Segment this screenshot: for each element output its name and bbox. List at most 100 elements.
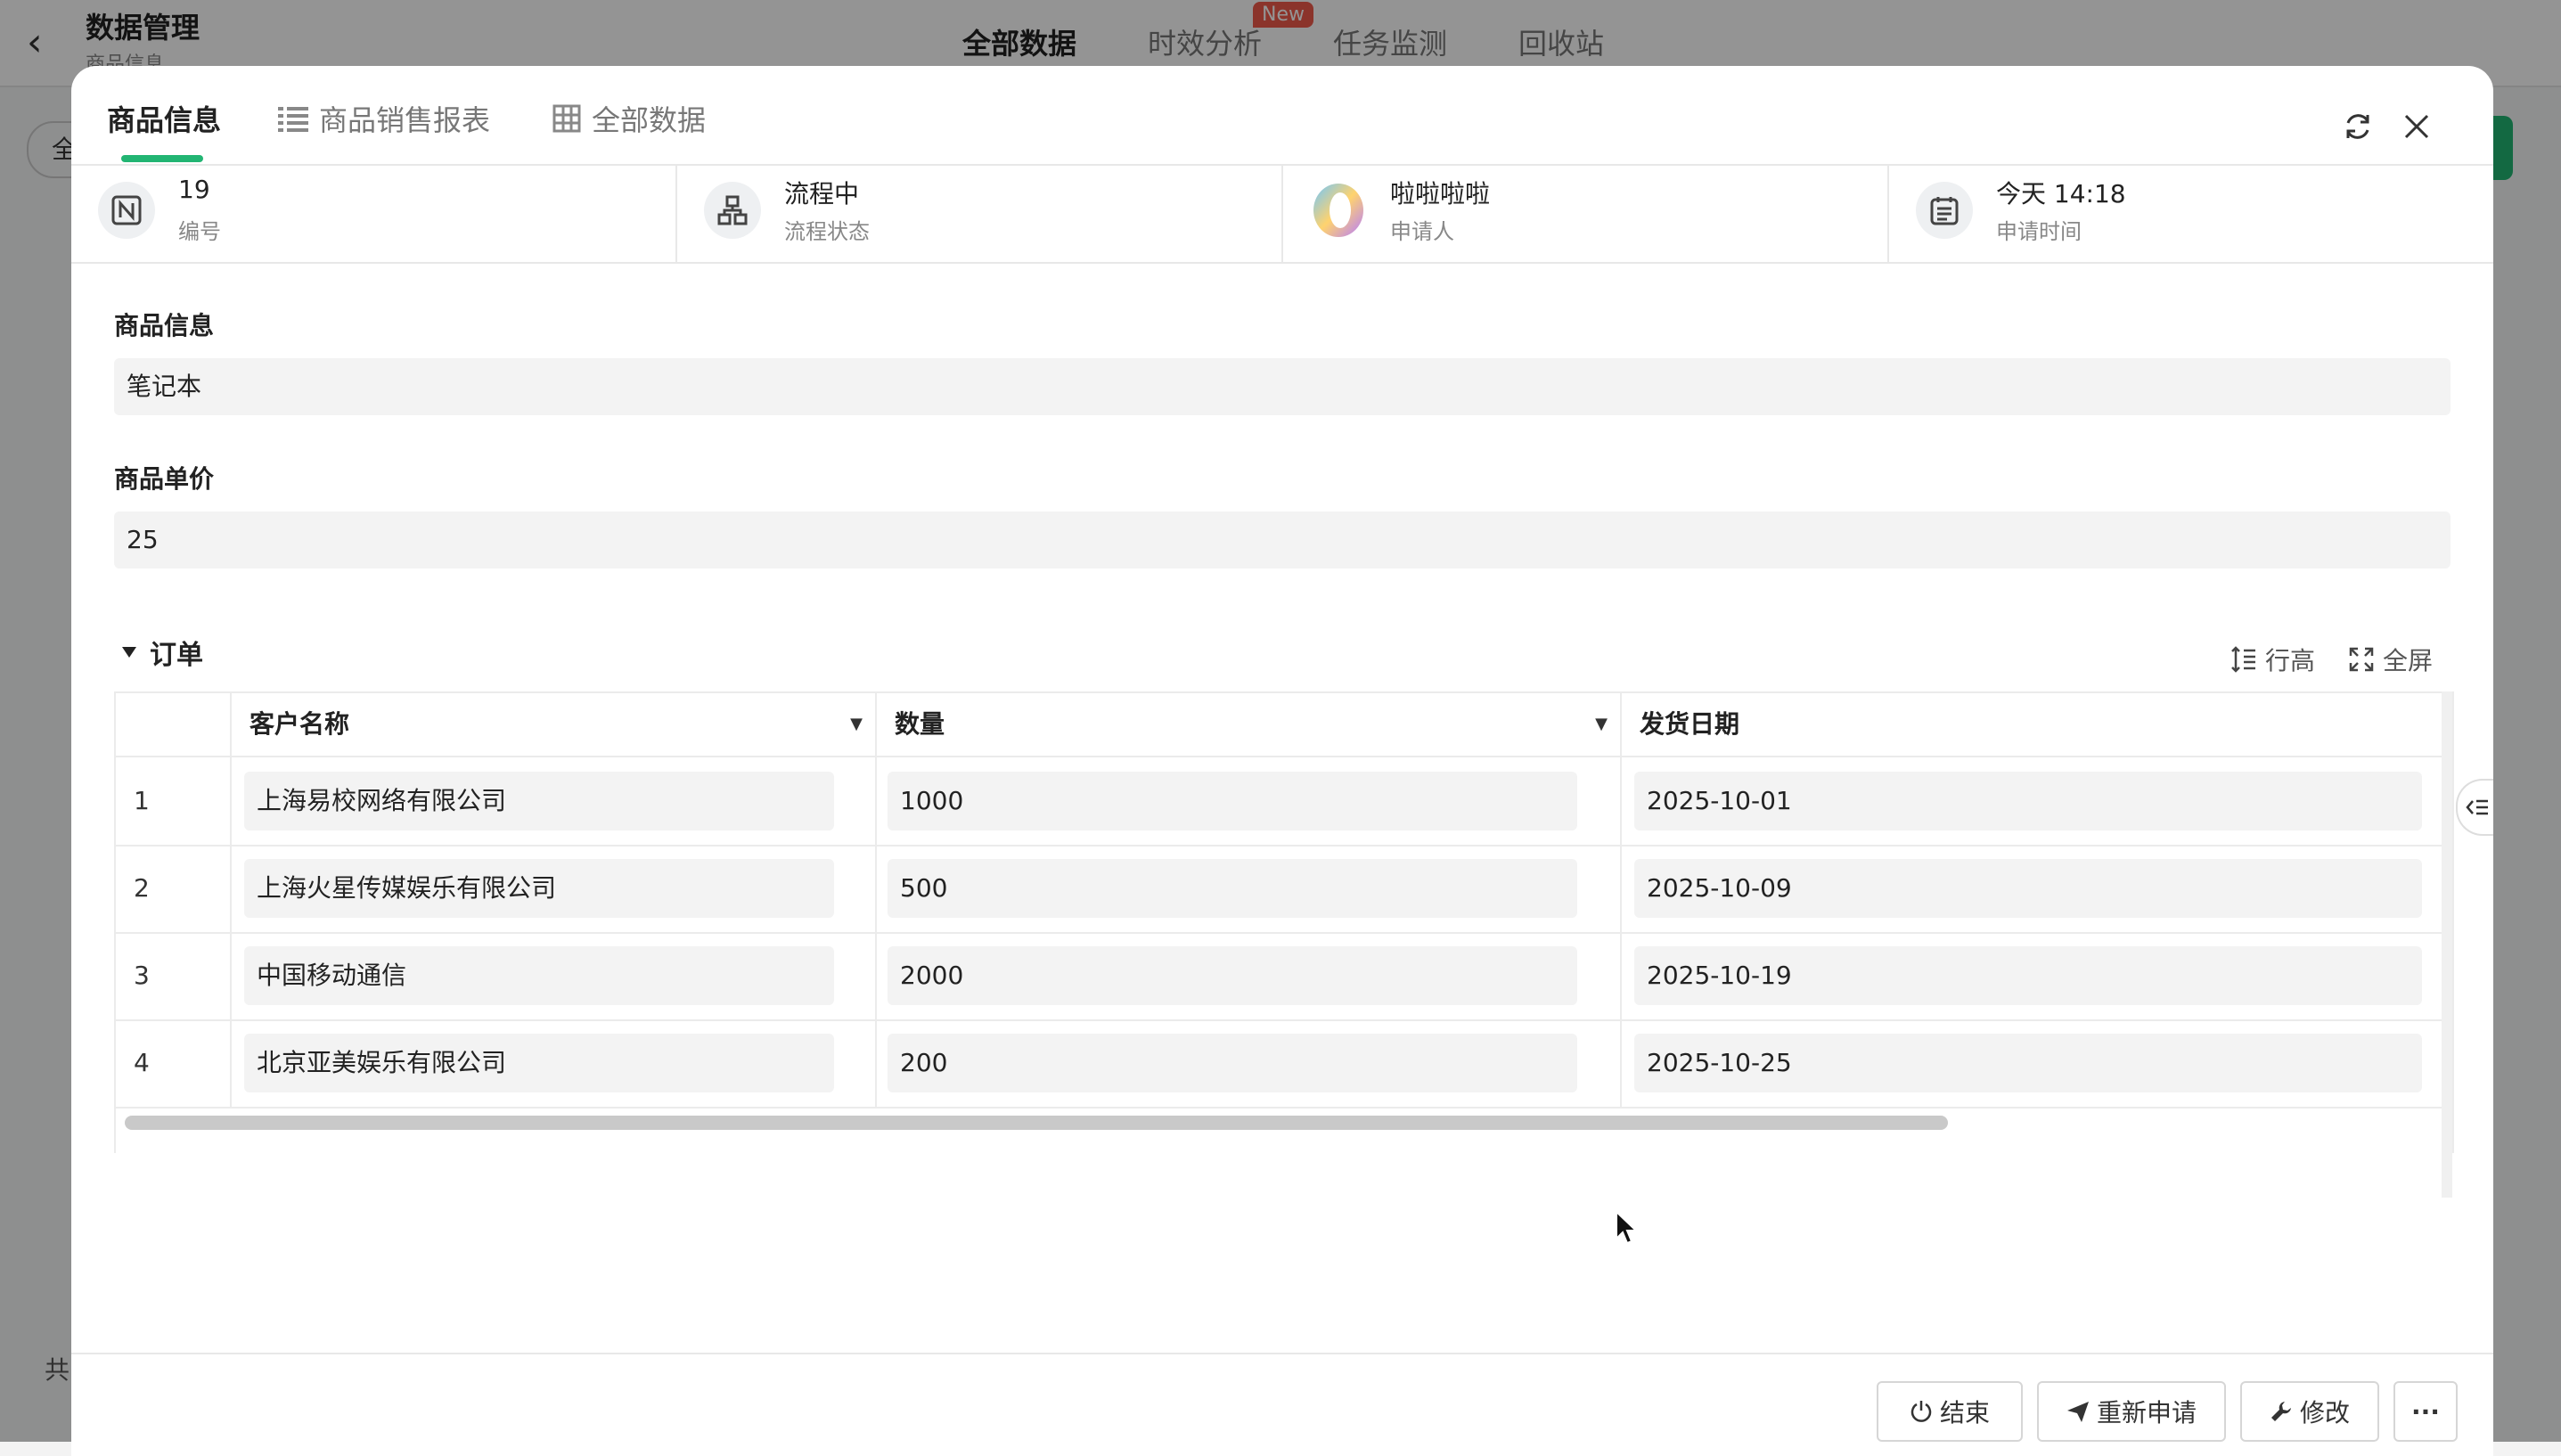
quantity-cell[interactable]: 200	[888, 1034, 1577, 1092]
ship-date-cell[interactable]: 2025-10-25	[1634, 1034, 2422, 1092]
section-title: 订单	[150, 640, 203, 671]
horizontal-scrollbar[interactable]	[125, 1116, 1948, 1130]
column-divider	[230, 845, 232, 932]
table-row: 4 北京亚美娱乐有限公司 200 2025-10-25	[116, 1019, 2452, 1108]
info-label: 流程状态	[784, 219, 870, 244]
column-divider	[230, 757, 232, 845]
column-divider	[1620, 1019, 1622, 1107]
info-apply-time: 今天 14:18 申请时间	[1889, 164, 2493, 262]
tool-label: 全屏	[2383, 646, 2434, 675]
end-button[interactable]: 结束	[1877, 1381, 2023, 1442]
list-icon	[278, 107, 308, 132]
orders-subtable: 客户名称 ▼ 数量 ▼ 发货日期 1 上海易校网络有限公司 1000 2025-…	[114, 691, 2454, 1153]
table-row: 1 上海易校网络有限公司 1000 2025-10-01	[116, 757, 2452, 847]
button-label: 结束	[1939, 1398, 1990, 1427]
info-applicant: 啦啦啦啦 申请人	[1283, 164, 1889, 262]
column-title: 数量	[895, 709, 945, 739]
column-divider	[875, 757, 877, 845]
info-label: 申请时间	[1996, 219, 2082, 244]
column-divider	[875, 845, 877, 932]
ship-date-cell[interactable]: 2025-10-19	[1634, 946, 2422, 1005]
tab-label: 商品销售报表	[319, 103, 491, 137]
unit-price-field[interactable]: 25	[114, 511, 2451, 568]
row-index: 3	[134, 961, 150, 990]
info-value: 流程中	[784, 179, 860, 209]
row-index: 2	[134, 873, 150, 903]
tab-label: 商品信息	[107, 103, 222, 137]
more-icon: ···	[2411, 1396, 2440, 1427]
avatar	[1310, 182, 1367, 239]
row-height-button[interactable]: 行高	[2231, 642, 2315, 677]
customer-cell[interactable]: 上海火星传媒娱乐有限公司	[244, 859, 834, 918]
row-index: 4	[134, 1048, 150, 1077]
tool-label: 行高	[2265, 646, 2316, 675]
customer-cell[interactable]: 北京亚美娱乐有限公司	[244, 1034, 834, 1092]
fullscreen-icon	[2349, 647, 2374, 672]
button-label: 重新申请	[2096, 1398, 2197, 1427]
column-divider	[230, 1019, 232, 1107]
number-icon	[98, 182, 155, 239]
wrench-icon	[2271, 1402, 2291, 1421]
info-label: 编号	[178, 219, 221, 244]
info-label: 申请人	[1390, 219, 1454, 244]
ship-date-cell[interactable]: 2025-10-01	[1634, 772, 2422, 830]
quantity-cell[interactable]: 2000	[888, 946, 1577, 1005]
column-divider	[875, 1019, 877, 1107]
info-value: 今天 14:18	[1996, 179, 2126, 209]
sort-caret-icon[interactable]: ▼	[1595, 693, 1608, 756]
column-divider	[1620, 932, 1622, 1019]
table-row: 2 上海火星传媒娱乐有限公司 500 2025-10-09	[116, 845, 2452, 934]
caret-down-icon	[122, 647, 136, 658]
modal-tabs: 商品信息 商品销售报表 全部数据	[71, 66, 2493, 166]
workflow-icon	[704, 182, 761, 239]
more-button[interactable]: ···	[2393, 1381, 2458, 1442]
orders-section-toggle[interactable]: 订单	[121, 633, 203, 672]
table-header: 客户名称 ▼ 数量 ▼ 发货日期	[116, 693, 2452, 757]
column-divider	[1620, 845, 1622, 932]
column-title: 发货日期	[1640, 709, 1740, 739]
record-info-bar: 19 编号 流程中 流程状态 啦啦啦啦 申请人 今天 14:18 申请时间	[71, 164, 2493, 264]
column-header-quantity[interactable]: 数量 ▼	[875, 693, 1620, 756]
ship-date-cell[interactable]: 2025-10-09	[1634, 859, 2422, 918]
field-label-product: 商品信息	[114, 311, 215, 340]
info-value: 啦啦啦啦	[1390, 179, 1491, 209]
fullscreen-button[interactable]: 全屏	[2349, 642, 2433, 677]
collapse-list-icon	[2466, 799, 2488, 815]
customer-cell[interactable]: 中国移动通信	[244, 946, 834, 1005]
record-detail-modal: 商品信息 商品销售报表 全部数据 19 编号 流程中 流程状态 啦啦啦啦 申请人…	[71, 66, 2493, 1456]
quantity-cell[interactable]: 500	[888, 859, 1577, 918]
row-index: 1	[134, 786, 150, 815]
column-title: 客户名称	[250, 709, 350, 739]
field-label-price: 商品单价	[114, 464, 215, 494]
tab-sales-report[interactable]: 商品销售报表	[278, 98, 490, 139]
customer-cell[interactable]: 上海易校网络有限公司	[244, 772, 834, 830]
calendar-icon	[1916, 182, 1973, 239]
tab-product-info[interactable]: 商品信息	[107, 98, 221, 139]
close-icon[interactable]	[2401, 110, 2433, 143]
info-status: 流程中 流程状态	[677, 164, 1283, 262]
column-divider	[875, 932, 877, 1019]
edit-button[interactable]: 修改	[2240, 1381, 2379, 1442]
column-header-ship-date[interactable]: 发货日期	[1620, 693, 2452, 756]
refresh-icon[interactable]	[2342, 110, 2374, 143]
tab-all-data[interactable]: 全部数据	[552, 98, 706, 139]
product-name-field[interactable]: 笔记本	[114, 358, 2451, 415]
sort-caret-icon[interactable]: ▼	[850, 693, 863, 756]
quantity-cell[interactable]: 1000	[888, 772, 1577, 830]
vertical-scroll-track[interactable]	[2442, 691, 2452, 1198]
reapply-button[interactable]: 重新申请	[2037, 1381, 2226, 1442]
info-number: 19 编号	[71, 164, 677, 262]
table-row: 3 中国移动通信 2000 2025-10-19	[116, 932, 2452, 1021]
column-divider	[230, 932, 232, 1019]
side-panel-toggle[interactable]	[2456, 779, 2493, 836]
send-icon	[2066, 1402, 2089, 1422]
column-divider	[1620, 757, 1622, 845]
mouse-cursor-icon	[1616, 1210, 1639, 1245]
table-icon	[552, 104, 581, 133]
row-height-icon	[2231, 646, 2255, 673]
tab-label: 全部数据	[592, 103, 707, 137]
info-value: 19	[178, 175, 210, 204]
column-header-customer[interactable]: 客户名称 ▼	[230, 693, 875, 756]
active-tab-indicator	[121, 155, 203, 162]
modal-footer: 结束 重新申请 修改 ···	[71, 1353, 2493, 1456]
